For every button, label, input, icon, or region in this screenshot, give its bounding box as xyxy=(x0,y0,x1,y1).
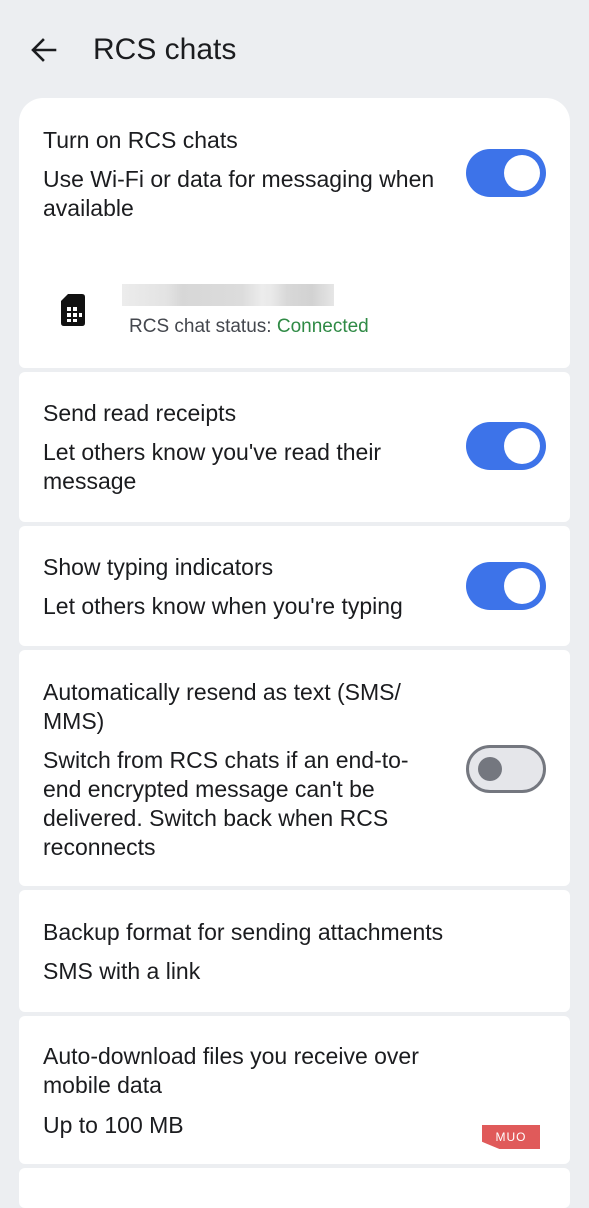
sim-card-icon xyxy=(61,294,85,326)
backup-format-card[interactable]: Backup format for sending attachments SM… xyxy=(19,890,570,1012)
read-receipts-subtitle: Let others know you've read their messag… xyxy=(43,439,382,494)
switch-knob xyxy=(504,155,540,191)
auto-download-value: Up to 100 MB xyxy=(43,1112,184,1138)
next-settings-card[interactable] xyxy=(19,1168,570,1208)
rcs-toggle-title: Turn on RCS chats xyxy=(43,127,238,153)
auto-resend-subtitle: Switch from RCS chats if an end-to-end e… xyxy=(43,747,409,860)
auto-resend-card[interactable]: Automatically resend as text (SMS/ MMS) … xyxy=(19,650,570,886)
backup-format-title: Backup format for sending attachments xyxy=(43,919,444,945)
read-receipts-title: Send read receipts xyxy=(43,400,237,426)
redacted-phone-number xyxy=(122,284,334,306)
top-app-bar: RCS chats xyxy=(0,0,589,98)
typing-indicators-switch[interactable] xyxy=(466,562,546,610)
switch-knob xyxy=(504,568,540,604)
backup-format-value: SMS with a link xyxy=(43,958,201,984)
typing-indicators-title: Show typing indicators xyxy=(43,554,274,580)
auto-resend-title: Automatically resend as text (SMS/ MMS) xyxy=(43,679,401,734)
rcs-status-value: Connected xyxy=(276,316,369,337)
switch-knob xyxy=(478,757,502,781)
page-title: RCS chats xyxy=(93,33,237,66)
rcs-status-label: RCS chat status: xyxy=(129,316,277,337)
rcs-chats-card[interactable]: Turn on RCS chats Use Wi-Fi or data for … xyxy=(19,98,570,368)
switch-knob xyxy=(504,428,540,464)
rcs-chats-switch[interactable] xyxy=(466,149,546,197)
rcs-toggle-subtitle: Use Wi-Fi or data for messaging when ava… xyxy=(43,166,435,221)
rcs-status-line: RCS chat status: Connected xyxy=(129,314,369,340)
arrow-left-icon xyxy=(31,38,57,62)
typing-indicators-subtitle: Let others know when you're typing xyxy=(43,593,403,619)
auto-download-title: Auto-download files you receive over mob… xyxy=(43,1043,419,1098)
back-button[interactable] xyxy=(22,28,66,72)
read-receipts-switch[interactable] xyxy=(466,422,546,470)
typing-indicators-card[interactable]: Show typing indicators Let others know w… xyxy=(19,526,570,646)
auto-resend-switch[interactable] xyxy=(466,745,546,793)
read-receipts-card[interactable]: Send read receipts Let others know you'v… xyxy=(19,372,570,522)
